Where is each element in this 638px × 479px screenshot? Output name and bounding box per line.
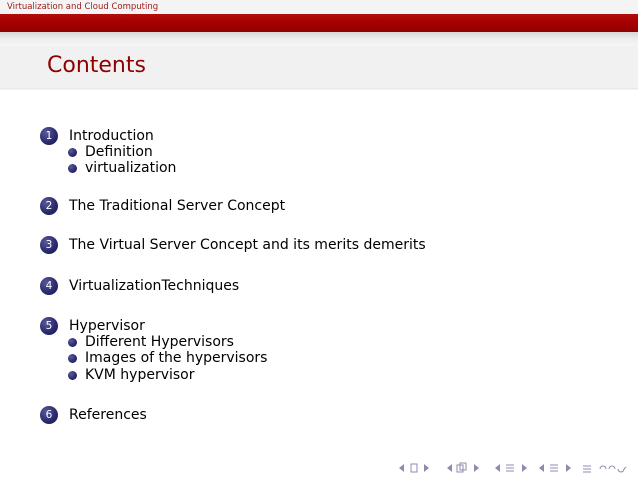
section-number-badge: 3 <box>40 236 58 254</box>
toc-subsection-images-of-hypervisors[interactable]: Images of the hypervisors <box>68 350 267 367</box>
toc-subsection-label: Different Hypervisors <box>85 334 234 350</box>
toc-subsection-label: virtualization <box>85 160 177 176</box>
toc-section-label[interactable]: The Virtual Server Concept and its merit… <box>69 236 426 254</box>
section-number-badge: 6 <box>40 406 58 424</box>
toc-subsection-virtualization[interactable]: virtualization <box>68 160 176 177</box>
bullet-icon <box>68 338 77 347</box>
toc-subsection-label: Definition <box>85 144 153 160</box>
navigation-symbols <box>397 461 633 475</box>
bullet-icon <box>68 371 77 380</box>
next-section-icon[interactable] <box>537 461 547 475</box>
section-number-badge: 4 <box>40 277 58 295</box>
section-number-badge: 2 <box>40 197 58 215</box>
header-strip: Virtualization and Cloud Computing <box>0 0 638 14</box>
search-forward-icon[interactable] <box>597 461 633 475</box>
next-slide-icon[interactable] <box>445 461 455 475</box>
presentation-short-title[interactable]: Virtualization and Cloud Computing <box>7 1 158 13</box>
subsection-icon[interactable] <box>471 461 481 475</box>
slide-frame-icon[interactable] <box>421 461 431 475</box>
header-red-bar <box>0 14 638 32</box>
toc-section-label[interactable]: VirtualizationTechniques <box>69 277 239 295</box>
section-icon[interactable] <box>519 461 529 475</box>
section-number-badge: 1 <box>40 127 58 145</box>
bullet-icon <box>68 148 77 157</box>
frame-title: Contents <box>47 53 146 78</box>
toc-section-label[interactable]: The Traditional Server Concept <box>69 197 285 215</box>
toc-subsection-different-hypervisors[interactable]: Different Hypervisors <box>68 334 234 351</box>
bullet-icon <box>68 164 77 173</box>
previous-slide-icon[interactable] <box>409 461 419 475</box>
toc-section-label[interactable]: Introduction <box>69 127 154 145</box>
next-subsection-icon[interactable] <box>493 461 503 475</box>
section-number-badge: 5 <box>40 317 58 335</box>
bullet-icon <box>68 354 77 363</box>
align-icon[interactable] <box>547 461 561 475</box>
previous-subsection-icon[interactable] <box>455 461 469 475</box>
toc-subsection-label: Images of the hypervisors <box>85 350 268 366</box>
previous-section-icon[interactable] <box>503 461 517 475</box>
frame-title-divider <box>0 88 638 90</box>
toc-section-label[interactable]: References <box>69 406 147 424</box>
search-icon[interactable] <box>581 461 593 475</box>
toc-subsection-label: KVM hypervisor <box>85 367 195 383</box>
header-shadow <box>0 32 638 46</box>
toc-subsection-definition[interactable]: Definition <box>68 144 153 161</box>
search-back-icon[interactable] <box>563 461 573 475</box>
toc-section-label[interactable]: Hypervisor <box>69 317 145 335</box>
first-slide-icon[interactable] <box>397 461 407 475</box>
toc-subsection-kvm-hypervisor[interactable]: KVM hypervisor <box>68 367 195 384</box>
